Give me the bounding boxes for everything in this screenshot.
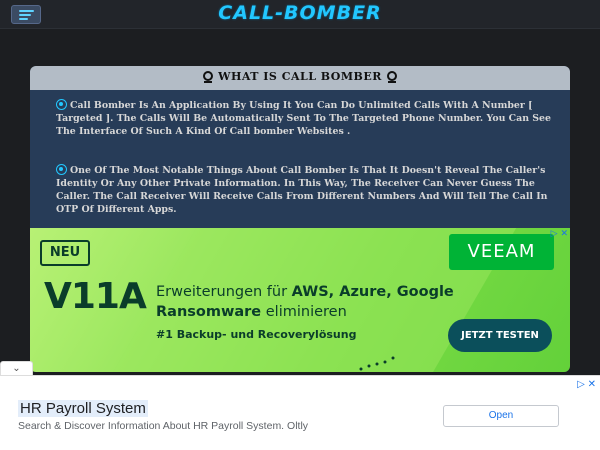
ad-description: Search & Discover Information About HR P…: [18, 420, 309, 432]
ad-line-1-pre: Erweiterungen für: [156, 284, 292, 300]
collapse-ad-button[interactable]: ⌄: [0, 361, 33, 376]
site-title[interactable]: CALL-BOMBER: [0, 2, 600, 24]
ad-choices-close-icon[interactable]: ▷ ✕: [551, 229, 568, 239]
ad-open-button[interactable]: Open: [443, 405, 559, 427]
ad-line-1: Erweiterungen für AWS, Azure, Google: [156, 284, 454, 300]
bullet-icon: [56, 164, 67, 175]
ring-icon: [387, 71, 397, 83]
ad-line-2: Ransomware eliminieren: [156, 304, 347, 320]
ad-product-name: V11A: [44, 276, 147, 317]
ad-brand-logo[interactable]: VEEAM: [449, 234, 554, 270]
paragraph-what-is: Call Bomber Is An Application By Using I…: [56, 99, 570, 138]
paragraph-text: Call Bomber Is An Application By Using I…: [56, 100, 551, 137]
bottom-ad[interactable]: ▷ ✕ HR Payroll System Search & Discover …: [0, 375, 600, 450]
paragraph-notable: One Of The Most Notable Things About Cal…: [56, 164, 570, 216]
ad-line-2-bold: Ransomware: [156, 304, 262, 320]
dots-decoration-icon: [359, 356, 395, 371]
card-title: WHAT IS CALL BOMBER: [218, 70, 382, 83]
ad-cta-button[interactable]: JETZT TESTEN: [448, 319, 552, 352]
ad-title[interactable]: HR Payroll System: [18, 400, 148, 417]
info-card: WHAT IS CALL BOMBER Call Bomber Is An Ap…: [30, 66, 570, 372]
ad-line-3: #1 Backup- und Recoverylösung: [156, 328, 357, 341]
paragraph-text: One Of The Most Notable Things About Cal…: [56, 165, 548, 215]
banner-ad[interactable]: NEU V11A Erweiterungen für AWS, Azure, G…: [30, 228, 570, 372]
ad-new-badge: NEU: [40, 240, 90, 266]
bullet-icon: [56, 99, 67, 110]
ad-choices-close-icon[interactable]: ▷ ✕: [577, 379, 596, 390]
ad-line-2-post: eliminieren: [261, 304, 347, 320]
top-bar: CALL-BOMBER: [0, 0, 600, 29]
card-header: WHAT IS CALL BOMBER: [30, 66, 570, 90]
ad-line-1-bold: AWS, Azure, Google: [291, 284, 454, 300]
